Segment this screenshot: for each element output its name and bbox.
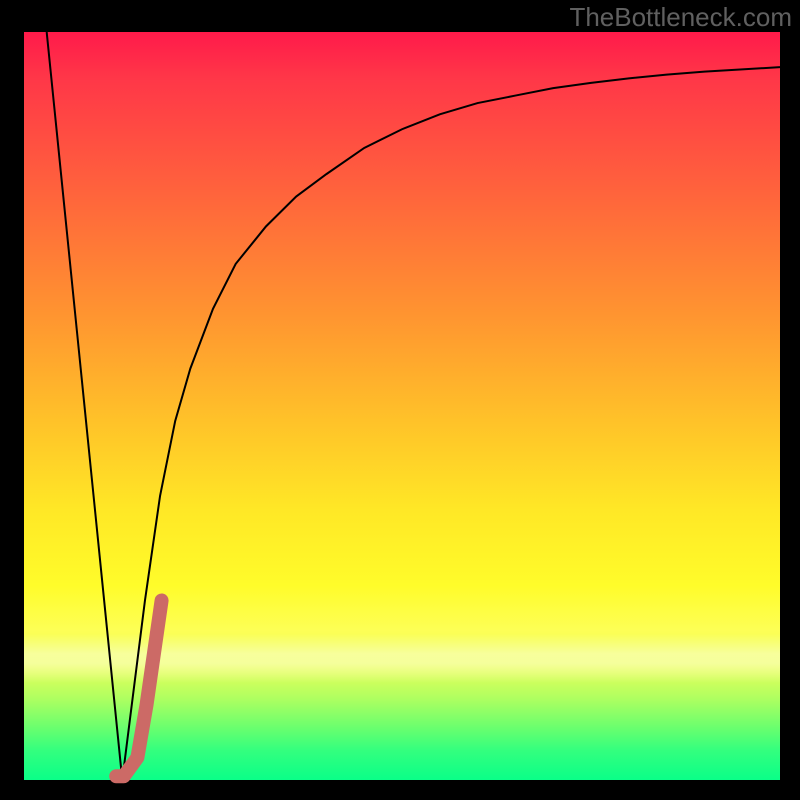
chart-container: TheBottleneck.com — [0, 0, 800, 800]
salmon-hook — [116, 600, 161, 776]
watermark-text: TheBottleneck.com — [569, 2, 792, 33]
plot-area — [24, 32, 780, 780]
curve-layer — [24, 32, 780, 780]
